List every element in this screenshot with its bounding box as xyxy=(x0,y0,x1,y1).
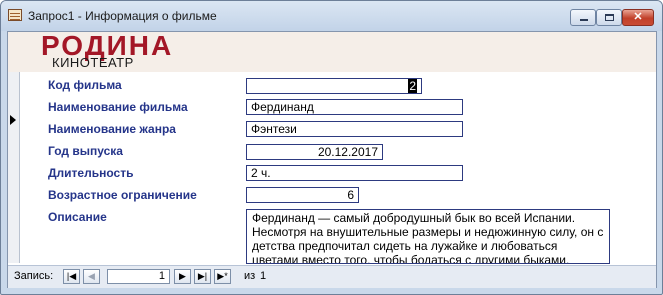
record-label: Запись: xyxy=(14,270,54,282)
window-title: Запрос1 - Информация о фильме xyxy=(28,9,217,23)
last-record-icon: ▶| xyxy=(197,271,208,281)
current-record-arrow-icon xyxy=(10,115,16,125)
last-record-button[interactable]: ▶| xyxy=(194,269,211,284)
film-name-label: Наименование фильма xyxy=(48,100,188,114)
age-limit-field[interactable]: 6 xyxy=(246,187,359,203)
previous-record-button[interactable]: ◀ xyxy=(83,269,100,284)
duration-field[interactable]: 2 ч. xyxy=(246,165,463,181)
minimize-button[interactable] xyxy=(570,9,596,26)
genre-name-field[interactable]: Фэнтези xyxy=(246,121,463,137)
close-button[interactable]: ✕ xyxy=(622,9,654,26)
title-bar[interactable]: Запрос1 - Информация о фильме ✕ xyxy=(1,1,662,31)
maximize-icon xyxy=(605,14,614,21)
record-total: 1 xyxy=(260,270,267,282)
film-code-field[interactable]: 2 xyxy=(246,78,422,94)
new-record-button[interactable]: ▶* xyxy=(214,269,231,284)
current-record-input[interactable]: 1 xyxy=(107,269,170,284)
first-record-icon: |◀ xyxy=(66,271,77,281)
form-header: РОДИНА КИНОТЕАТР xyxy=(8,31,656,72)
first-record-button[interactable]: |◀ xyxy=(63,269,80,284)
release-year-label: Год выпуска xyxy=(48,144,123,158)
cinema-logo-subtitle: КИНОТЕАТР xyxy=(52,55,134,70)
form-body: РОДИНА КИНОТЕАТР Код фильма 2 Наименован… xyxy=(7,31,657,288)
description-label: Описание xyxy=(48,210,107,224)
record-navigation-bar: Запись: |◀ ◀ 1 ▶ ▶| ▶* из 1 xyxy=(8,265,656,288)
close-icon: ✕ xyxy=(633,11,643,23)
genre-name-label: Наименование жанра xyxy=(48,122,176,136)
minimize-icon xyxy=(580,19,588,21)
film-name-field[interactable]: Фердинанд xyxy=(246,99,463,115)
film-code-label: Код фильма xyxy=(48,78,122,92)
new-record-icon: ▶* xyxy=(217,271,228,281)
previous-record-icon: ◀ xyxy=(88,271,95,281)
maximize-button[interactable] xyxy=(596,9,622,26)
duration-label: Длительность xyxy=(48,166,134,180)
age-limit-label: Возрастное ограничение xyxy=(48,188,197,202)
release-year-field[interactable]: 20.12.2017 xyxy=(246,144,383,160)
record-selector[interactable] xyxy=(8,72,20,263)
next-record-button[interactable]: ▶ xyxy=(174,269,191,284)
record-of-label: из xyxy=(244,270,256,282)
form-window: Запрос1 - Информация о фильме ✕ РОДИНА К… xyxy=(0,0,663,295)
next-record-icon: ▶ xyxy=(179,271,186,281)
form-icon xyxy=(8,9,22,21)
description-field[interactable]: Фердинанд — самый добродушный бык во все… xyxy=(246,209,610,264)
